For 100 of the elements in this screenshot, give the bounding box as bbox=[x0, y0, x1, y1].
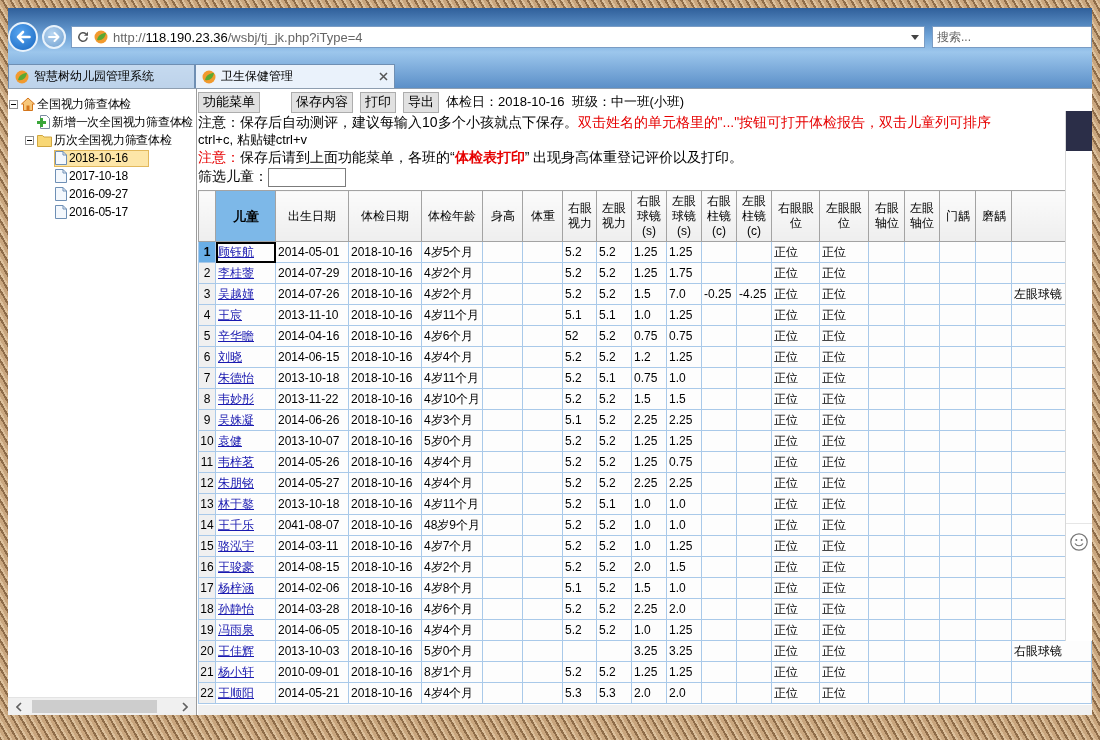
column-header[interactable]: 儿童 bbox=[215, 190, 276, 242]
filter-field[interactable] bbox=[268, 167, 346, 187]
name-link[interactable]: 李桂蓥 bbox=[218, 265, 254, 280]
collapse-icon[interactable] bbox=[9, 99, 18, 109]
back-button[interactable] bbox=[8, 22, 38, 52]
page-icon bbox=[55, 187, 67, 201]
column-header[interactable]: 左眼视力 bbox=[596, 190, 632, 242]
toolbar-button[interactable]: 保存内容 bbox=[291, 91, 353, 113]
notice-text: 注意：保存后请到上面功能菜单，各班的“体检表打印” 出现身高体重登记评价以及打印。 bbox=[198, 148, 744, 166]
name-link[interactable]: 吴越嫤 bbox=[218, 286, 254, 301]
class-text: 班级：中一班(小班) bbox=[571, 93, 685, 111]
tree-item[interactable]: 新增一次全国视力筛查体检 bbox=[36, 113, 195, 131]
scrollbar-thumb[interactable] bbox=[32, 700, 157, 713]
row-header[interactable]: 1 bbox=[198, 241, 216, 263]
collapse-icon[interactable] bbox=[25, 135, 34, 145]
row-header[interactable]: 12 bbox=[198, 472, 216, 494]
column-header[interactable]: 体检日期 bbox=[348, 190, 422, 242]
name-link[interactable]: 骆泓宇 bbox=[218, 538, 254, 553]
toolbar-button[interactable]: 打印 bbox=[360, 91, 396, 113]
row-header[interactable]: 20 bbox=[198, 640, 216, 662]
name-link[interactable]: 刘晓 bbox=[218, 349, 242, 364]
column-header[interactable]: 左眼柱镜(c) bbox=[736, 190, 772, 242]
column-header[interactable]: 右眼柱镜(c) bbox=[701, 190, 737, 242]
tree-item[interactable]: 2018-10-16 bbox=[54, 149, 149, 167]
toolbar-button[interactable]: 功能菜单 bbox=[198, 91, 260, 113]
row-header[interactable]: 14 bbox=[198, 514, 216, 536]
column-header[interactable]: 右眼眼位 bbox=[771, 190, 820, 242]
row-header[interactable]: 6 bbox=[198, 346, 216, 368]
scroll-right-icon[interactable] bbox=[182, 701, 188, 712]
tree-item[interactable]: 2016-05-17 bbox=[54, 203, 130, 221]
url-text: http://118.190.23.36/wsbj/tj_jk.php?iType=4 bbox=[113, 29, 364, 45]
name-link[interactable]: 王宸 bbox=[218, 307, 242, 322]
name-link[interactable]: 王骏豪 bbox=[218, 559, 254, 574]
tree-item[interactable]: 全国视力筛查体检 bbox=[20, 95, 133, 113]
name-link[interactable]: 王千乐 bbox=[218, 517, 254, 532]
row-header[interactable]: 10 bbox=[198, 430, 216, 452]
scroll-left-icon[interactable] bbox=[16, 701, 22, 712]
name-link[interactable]: 袁健 bbox=[218, 433, 242, 448]
page-icon bbox=[55, 169, 67, 183]
row-header[interactable]: 7 bbox=[198, 367, 216, 389]
name-link[interactable]: 韦妙彤 bbox=[218, 391, 254, 406]
column-header[interactable]: 右眼轴位 bbox=[868, 190, 905, 242]
row-header[interactable]: 5 bbox=[198, 325, 216, 347]
row-header[interactable]: 3 bbox=[198, 283, 216, 305]
row-header[interactable]: 13 bbox=[198, 493, 216, 515]
row-header[interactable]: 2 bbox=[198, 262, 216, 284]
tree-item[interactable]: 2016-09-27 bbox=[54, 185, 130, 203]
row-header[interactable]: 21 bbox=[198, 661, 216, 683]
name-link[interactable]: 顾钰航 bbox=[218, 244, 254, 259]
caret-icon[interactable] bbox=[911, 34, 919, 40]
forward-button[interactable] bbox=[42, 25, 66, 49]
column-header[interactable]: 体检年龄 bbox=[421, 190, 483, 242]
name-link[interactable]: 韦梓茗 bbox=[218, 454, 254, 469]
name-link[interactable]: 王顺阳 bbox=[218, 685, 254, 700]
column-header[interactable]: 磨龋 bbox=[975, 190, 1012, 242]
row-header[interactable]: 18 bbox=[198, 598, 216, 620]
name-link[interactable]: 王佳辉 bbox=[218, 643, 254, 658]
column-header[interactable]: 出生日期 bbox=[275, 190, 349, 242]
name-link[interactable]: 杨梓涵 bbox=[218, 580, 254, 595]
home-icon bbox=[21, 97, 35, 111]
column-header[interactable]: 身高 bbox=[482, 190, 523, 242]
name-link[interactable]: 杨小轩 bbox=[218, 664, 254, 679]
column-header[interactable]: 左眼轴位 bbox=[904, 190, 940, 242]
row-header[interactable]: 19 bbox=[198, 619, 216, 641]
address-bar[interactable]: http://118.190.23.36/wsbj/tj_jk.php?iType=4 bbox=[71, 26, 925, 48]
horizontal-scrollbar[interactable] bbox=[8, 697, 196, 715]
search-field[interactable]: 搜索... bbox=[932, 26, 1092, 48]
name-link[interactable]: 辛华瞻 bbox=[218, 328, 254, 343]
smiley-icon[interactable] bbox=[1070, 533, 1088, 551]
row-header[interactable]: 22 bbox=[198, 682, 216, 704]
name-link[interactable]: 朱德怡 bbox=[218, 370, 254, 385]
leaf-icon bbox=[202, 69, 216, 84]
browser-tab[interactable]: 卫生保健管理 bbox=[195, 64, 395, 88]
row-header[interactable]: 8 bbox=[198, 388, 216, 410]
name-link[interactable]: 冯雨泉 bbox=[218, 622, 254, 637]
toolbar-button[interactable]: 导出 bbox=[403, 91, 439, 113]
column-header[interactable]: 左眼球镜(s) bbox=[666, 190, 702, 242]
browser-tab[interactable]: 智慧树幼儿园管理系统 bbox=[8, 64, 195, 88]
row-header[interactable]: 4 bbox=[198, 304, 216, 326]
leaf-icon bbox=[94, 30, 108, 44]
refresh-icon[interactable] bbox=[77, 31, 89, 43]
column-header[interactable]: 右眼视力 bbox=[562, 190, 597, 242]
close-icon[interactable] bbox=[379, 72, 388, 81]
row-header[interactable]: 15 bbox=[198, 535, 216, 557]
tree-item[interactable]: 2017-10-18 bbox=[54, 167, 130, 185]
row-header[interactable]: 17 bbox=[198, 577, 216, 599]
name-link[interactable]: 朱朋铭 bbox=[218, 475, 254, 490]
row-header[interactable]: 16 bbox=[198, 556, 216, 578]
column-header[interactable]: 体重 bbox=[522, 190, 563, 242]
name-link[interactable]: 孙静怡 bbox=[218, 601, 254, 616]
column-header[interactable]: 门龋 bbox=[939, 190, 976, 242]
tree-item[interactable]: 历次全国视力筛查体检 bbox=[36, 131, 174, 149]
forward-arrow-icon bbox=[48, 31, 60, 43]
panel-header bbox=[1066, 111, 1092, 151]
name-link[interactable]: 林于鏊 bbox=[218, 496, 254, 511]
column-header[interactable]: 左眼眼位 bbox=[819, 190, 869, 242]
column-header[interactable]: 右眼球镜(s) bbox=[631, 190, 667, 242]
name-link[interactable]: 吴姝凝 bbox=[218, 412, 254, 427]
row-header[interactable]: 11 bbox=[198, 451, 216, 473]
row-header[interactable]: 9 bbox=[198, 409, 216, 431]
